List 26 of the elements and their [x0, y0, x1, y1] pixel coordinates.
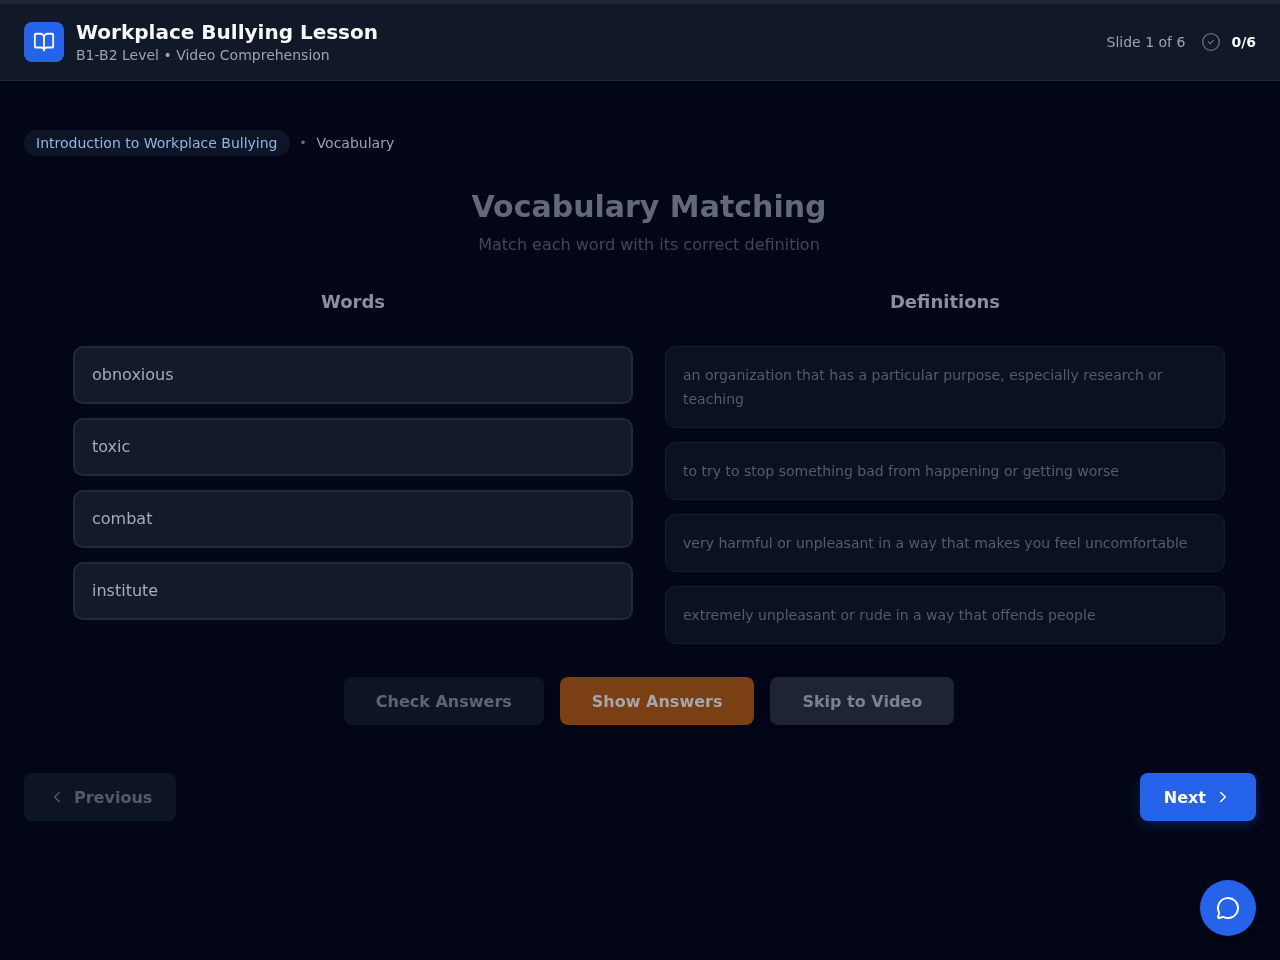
column-heading: Definitions [888, 290, 1002, 314]
breadcrumb-separator: • [298, 136, 308, 150]
exercise-title: Vocabulary Matching [471, 189, 827, 225]
chat-button[interactable] [1200, 880, 1256, 936]
lesson-subtitle: B1-B2 Level • Video Comprehension [76, 46, 331, 65]
definition-card[interactable]: very harmful or unpleasant in a way that makes you feel uncomfortable [665, 514, 1225, 572]
section-tag: Introduction to Workplace Bullying [24, 130, 290, 156]
show-button[interactable]: Show Answers [559, 677, 755, 725]
slide-counter: Slide 1 of 6 [1106, 34, 1186, 50]
skip-button[interactable]: Skip to Video [770, 677, 955, 725]
score-count: 0/6 [1231, 34, 1256, 50]
breadcrumb-current: Vocabulary [316, 135, 395, 151]
word-card[interactable]: obnoxious [73, 346, 633, 404]
word-card[interactable]: institute [73, 562, 633, 620]
word-card[interactable]: toxic [73, 418, 633, 476]
book-icon [24, 22, 64, 62]
column-heading: Words [319, 290, 387, 314]
next-button[interactable]: Next [1139, 773, 1256, 821]
lesson-title: Workplace Bullying Lesson [76, 19, 378, 45]
check-circle-icon [1201, 32, 1222, 52]
exercise-instructions: Match each word with its correct definition [478, 234, 820, 256]
definition-card[interactable]: an organization that has a particular purpose, especially research or teaching [665, 346, 1225, 428]
definition-card[interactable]: to try to stop something bad from happening or getting worse [665, 442, 1225, 500]
chat-bubble-icon [1216, 896, 1240, 920]
word-card[interactable]: combat [73, 490, 633, 548]
definition-card[interactable]: extremely unpleasant or rude in a way that offends people [665, 586, 1225, 644]
